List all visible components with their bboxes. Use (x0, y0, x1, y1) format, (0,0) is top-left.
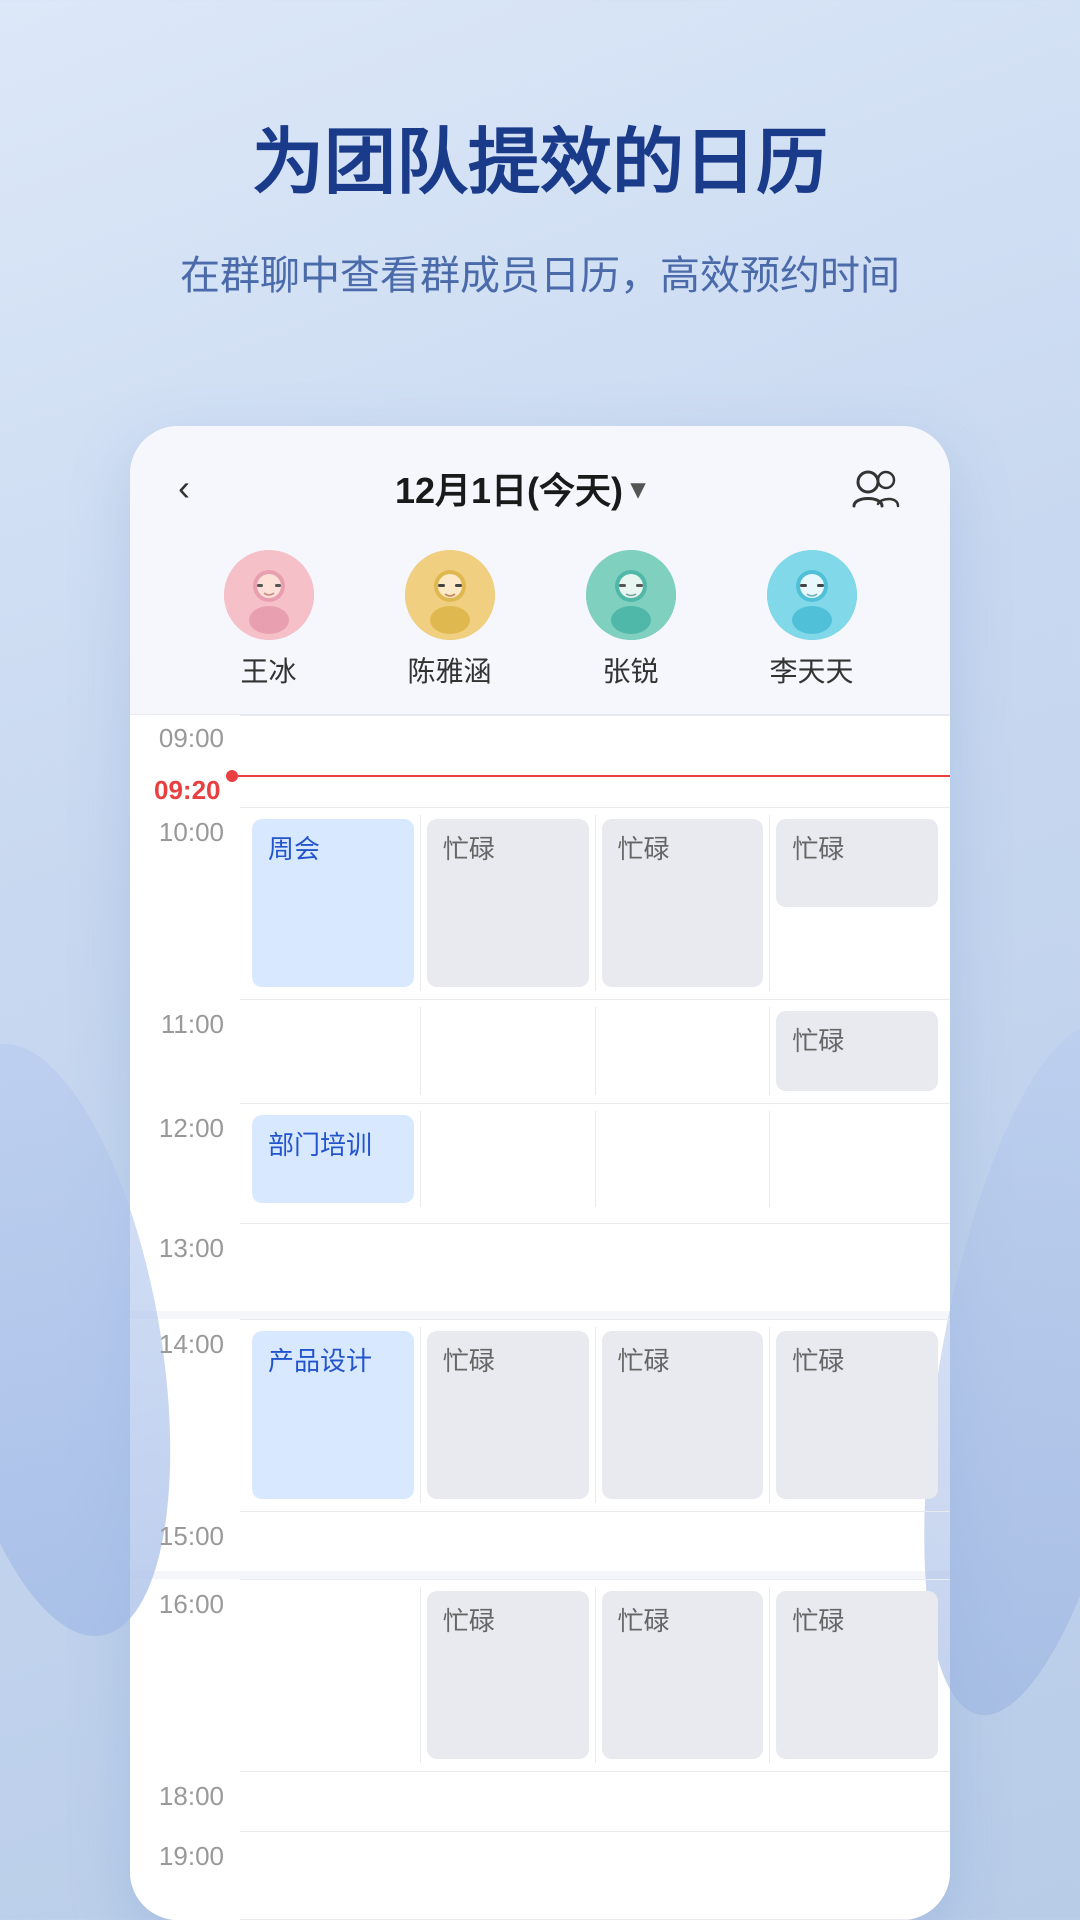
event-zhouhui[interactable]: 周会 (252, 819, 414, 987)
col-empty-3b (596, 1111, 770, 1207)
event-mang-chen-3[interactable]: 忙碌 (427, 1591, 589, 1759)
time-row-1200: 12:00 部门培训 (130, 1103, 950, 1223)
hero-section: 为团队提效的日历 在群聊中查看群成员日历，高效预约时间 (0, 0, 1080, 366)
avatar-wang (224, 550, 314, 640)
person-chen[interactable]: 陈雅涵 (359, 550, 540, 690)
calendar-grid: 09:00 09:20 10:00 周会 (130, 714, 950, 1920)
time-row-1900: 19:00 (130, 1831, 950, 1919)
time-row-1000: 10:00 周会 忙碌 (130, 807, 950, 999)
time-label-1300: 13:00 (130, 1223, 240, 1264)
col-event-mang-3d[interactable]: 忙碌 (596, 1587, 770, 1763)
time-row-current: 09:20 (130, 775, 950, 807)
col-event-mang-4b[interactable]: 忙碌 (770, 1007, 944, 1095)
col-event-zhouhui[interactable]: 周会 (246, 815, 420, 991)
event-mang-zhang-3[interactable]: 忙碌 (602, 1591, 764, 1759)
avatar-zhang (586, 550, 676, 640)
col-event-mang-2c[interactable]: 忙碌 (421, 1327, 595, 1503)
time-label-1600: 16:00 (130, 1579, 240, 1620)
events-1100: 忙碌 (240, 999, 950, 1103)
event-mang-li-top[interactable]: 忙碌 (776, 819, 938, 907)
col-event-mang-3c[interactable]: 忙碌 (596, 1327, 770, 1503)
event-mang-zhang-2[interactable]: 忙碌 (602, 1331, 764, 1499)
time-label-1100: 11:00 (130, 999, 240, 1040)
events-1500 (240, 1511, 950, 1523)
event-mang-chen[interactable]: 忙碌 (427, 819, 589, 987)
col-event-mang-4c[interactable]: 忙碌 (770, 1327, 944, 1503)
calendar-header: ‹ 12月1日(今天) ▾ (130, 426, 950, 538)
events-1900 (240, 1831, 950, 1843)
time-row-1100: 11:00 忙碌 (130, 999, 950, 1103)
col-event-mang-2a[interactable]: 忙碌 (421, 815, 595, 991)
time-label-0900: 09:00 (130, 715, 240, 754)
person-name-wang: 王冰 (240, 650, 296, 690)
current-time-label: 09:20 (130, 775, 240, 806)
time-label-1800: 18:00 (130, 1771, 240, 1812)
event-mang-li-2[interactable]: 忙碌 (776, 1331, 938, 1499)
col-empty-2 (421, 1007, 595, 1095)
events-1600: 忙碌 忙碌 忙碌 (240, 1579, 950, 1771)
col-event-product[interactable]: 产品设计 (246, 1327, 420, 1503)
col-empty-3 (596, 1007, 770, 1095)
person-zhang[interactable]: 张锐 (540, 550, 721, 690)
phone-card: ‹ 12月1日(今天) ▾ (130, 426, 950, 1920)
events-0900 (240, 715, 950, 727)
time-row-1800: 18:00 (130, 1771, 950, 1831)
time-label-1400: 14:00 (130, 1319, 240, 1360)
time-label-1500: 15:00 (130, 1511, 240, 1552)
person-name-li: 李天天 (769, 650, 853, 690)
events-1400: 产品设计 忙碌 忙碌 (240, 1319, 950, 1511)
events-1800 (240, 1771, 950, 1783)
time-row-1500: 15:00 (130, 1511, 950, 1571)
time-label-1000: 10:00 (130, 807, 240, 848)
date-title[interactable]: 12月1日(今天) ▾ (395, 462, 645, 514)
person-wang[interactable]: 王冰 (178, 550, 359, 690)
hero-title: 为团队提效的日历 (60, 120, 1020, 206)
group-people-button[interactable] (850, 466, 902, 510)
time-row-1400: 14:00 产品设计 忙碌 (130, 1319, 950, 1511)
events-1000: 周会 忙碌 忙碌 (240, 807, 950, 999)
hero-subtitle: 在群聊中查看群成员日历，高效预约时间 (60, 246, 1020, 306)
col-event-mang-4a[interactable]: 忙碌 (770, 815, 944, 991)
event-mang-li-3[interactable]: 忙碌 (776, 1591, 938, 1759)
col-event-mang-2d[interactable]: 忙碌 (421, 1587, 595, 1763)
people-row: 王冰 陈雅涵 (130, 538, 950, 714)
col-event-mang-4d[interactable]: 忙碌 (770, 1587, 944, 1763)
event-mang-chen-2[interactable]: 忙碌 (427, 1331, 589, 1499)
time-row-1300: 13:00 (130, 1223, 950, 1311)
events-1200: 部门培训 (240, 1103, 950, 1215)
col-event-mang-3a[interactable]: 忙碌 (596, 815, 770, 991)
time-label-1900: 19:00 (130, 1831, 240, 1872)
avatar-li (767, 550, 857, 640)
event-bupei[interactable]: 部门培训 (252, 1115, 414, 1203)
col-empty-1d (246, 1587, 420, 1763)
event-product-design[interactable]: 产品设计 (252, 1331, 414, 1499)
col-event-bupei[interactable]: 部门培训 (246, 1111, 420, 1207)
time-row-0900: 09:00 (130, 715, 950, 775)
person-li[interactable]: 李天天 (721, 550, 902, 690)
date-label: 12月1日(今天) (395, 462, 623, 514)
back-button[interactable]: ‹ (178, 467, 190, 509)
avatar-chen (405, 550, 495, 640)
time-row-1600: 16:00 忙碌 忙碌 (130, 1579, 950, 1771)
col-empty-2b (421, 1111, 595, 1207)
person-name-chen: 陈雅涵 (407, 650, 491, 690)
event-mang-zhang[interactable]: 忙碌 (602, 819, 764, 987)
time-label-1200: 12:00 (130, 1103, 240, 1144)
col-empty-4b (770, 1111, 944, 1207)
person-name-zhang: 张锐 (602, 650, 658, 690)
events-1300 (240, 1223, 950, 1235)
event-mang-li-bot[interactable]: 忙碌 (776, 1011, 938, 1091)
date-dropdown-arrow: ▾ (631, 472, 645, 505)
col-empty-1 (246, 1007, 420, 1095)
